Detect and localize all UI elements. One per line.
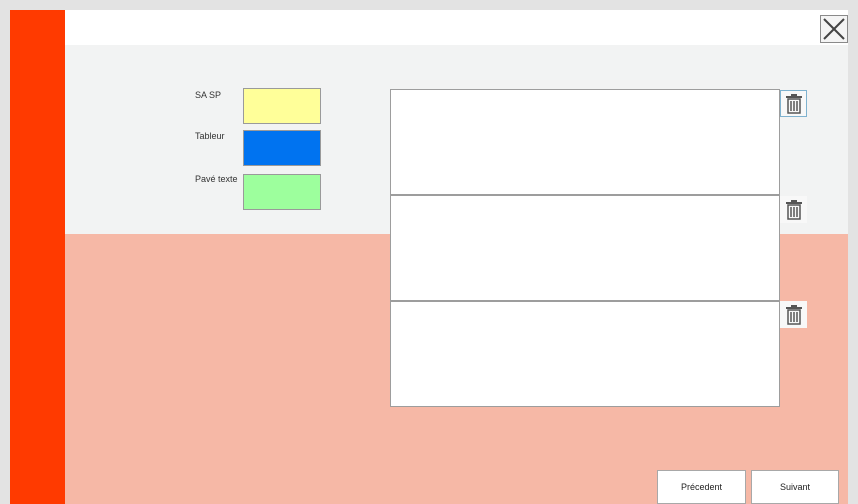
legend-label-sasp: SA SP xyxy=(195,90,222,100)
trash-icon xyxy=(785,93,802,114)
trash-icon xyxy=(785,304,802,325)
dialog-frame: SA SP Tableur Pavé texte Précedent Suiva… xyxy=(10,10,848,504)
next-button[interactable]: Suivant xyxy=(751,470,839,504)
legend-swatch-pave-texte xyxy=(243,174,321,210)
previous-button[interactable]: Précedent xyxy=(657,470,746,504)
delete-block-2-button[interactable] xyxy=(780,196,807,223)
legend-label-pave-texte: Pavé texte xyxy=(195,174,238,184)
side-accent-bar xyxy=(10,10,65,504)
delete-block-1-button[interactable] xyxy=(780,90,807,117)
content-block-1[interactable] xyxy=(390,89,780,195)
trash-icon xyxy=(785,199,802,220)
legend-swatch-sasp xyxy=(243,88,321,124)
title-bar xyxy=(65,10,848,45)
legend-label-tableur: Tableur xyxy=(195,131,225,141)
content-block-2[interactable] xyxy=(390,195,780,301)
close-icon xyxy=(820,15,848,43)
legend-swatch-tableur xyxy=(243,130,321,166)
close-button[interactable] xyxy=(820,15,848,43)
delete-block-3-button[interactable] xyxy=(780,301,807,328)
content-block-3[interactable] xyxy=(390,301,780,407)
